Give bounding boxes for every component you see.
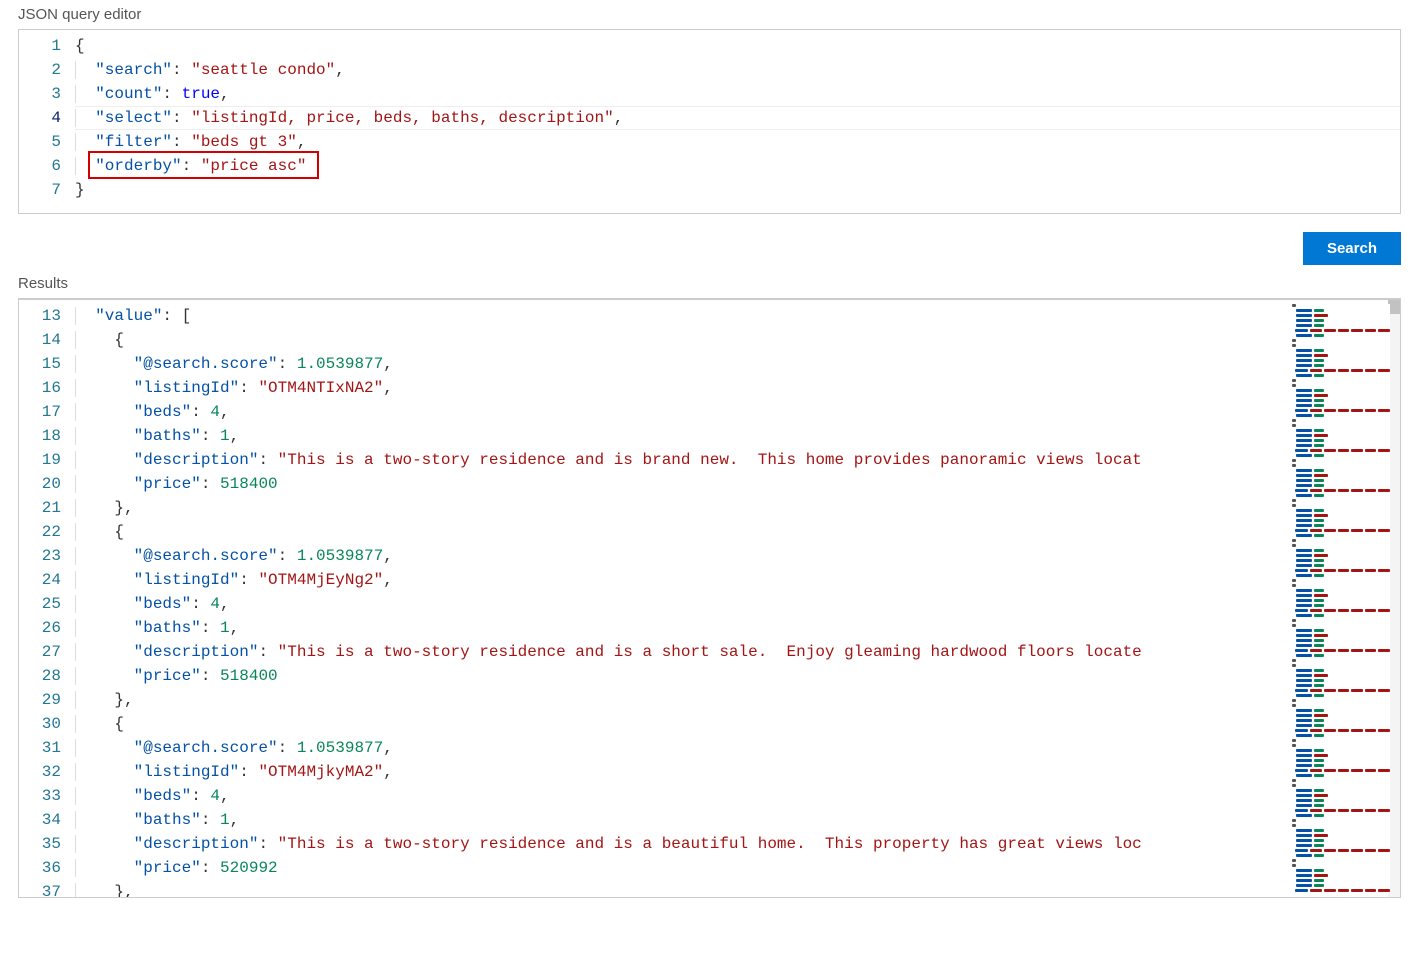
results-editor-gutter: 1314151617181920212223242526272829303132…: [19, 300, 75, 897]
query-editor-label: JSON query editor: [18, 6, 1401, 23]
query-editor-body[interactable]: { "search": "seattle condo", "count": tr…: [75, 30, 1400, 213]
results-label: Results: [18, 275, 1401, 292]
results-editor[interactable]: 1314151617181920212223242526272829303132…: [18, 298, 1401, 898]
minimap[interactable]: [1286, 304, 1390, 893]
query-editor[interactable]: 1234567 { "search": "seattle condo", "co…: [18, 29, 1401, 214]
results-editor-body[interactable]: "value": [ { "@search.score": 1.0539877,…: [75, 300, 1400, 897]
query-editor-gutter: 1234567: [19, 30, 75, 213]
toolbar: Search: [18, 232, 1401, 265]
annotation-highlight: [88, 151, 319, 179]
search-button[interactable]: Search: [1303, 232, 1401, 265]
